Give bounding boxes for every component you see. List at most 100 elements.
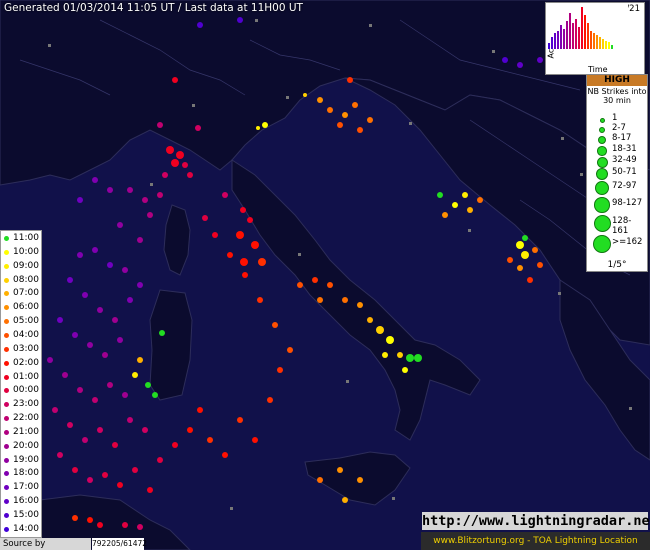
time-legend-item: 02:00: [1, 357, 41, 370]
time-label: 16:00: [13, 496, 39, 507]
circle-icon: [4, 374, 9, 380]
lightning-map: Generated 01/03/2014 11:05 UT / Last dat…: [0, 0, 650, 550]
time-legend-item: 19:00: [1, 454, 41, 467]
circle-icon: [4, 346, 9, 352]
time-legend-item: 09:00: [1, 260, 41, 273]
map-scale: 1/5°: [607, 260, 627, 270]
legend-row: 72-97: [587, 181, 647, 195]
time-legend-item: 05:00: [1, 315, 41, 328]
circle-icon: [4, 513, 9, 518]
time-label: 23:00: [13, 399, 39, 410]
legend-row: 32-49: [587, 155, 647, 168]
legend-range-label: 18-31: [612, 144, 637, 154]
time-label: 09:00: [13, 260, 39, 271]
time-legend-item: 17:00: [1, 481, 41, 494]
circle-icon: [594, 197, 610, 213]
time-legend-item: 07:00: [1, 287, 41, 300]
circle-icon: [4, 457, 9, 463]
time-label: 20:00: [13, 440, 39, 451]
time-legend-item: 22:00: [1, 412, 41, 425]
circle-icon: [599, 117, 605, 123]
credit-text: www.Blitzortung.org - TOA Lightning Loca…: [421, 532, 650, 550]
legend-row: 50-71: [587, 167, 647, 181]
circle-icon: [4, 499, 9, 505]
time-legend-item: 16:00: [1, 495, 41, 508]
circle-icon: [4, 429, 9, 435]
legend-subtitle: NB Strikes into 30 min: [587, 87, 647, 105]
time-legend-item: 10:00: [1, 246, 41, 259]
time-legend-item: 23:00: [1, 398, 41, 411]
activity-xlabel: Time: [588, 65, 608, 74]
data-id: 792205/61472: [92, 538, 148, 550]
time-label: 21:00: [13, 426, 39, 437]
strike-legend: HIGH NB Strikes into 30 min 1 2-7 8-17 18-3…: [586, 74, 648, 272]
legend-range-label: 50-71: [612, 167, 637, 177]
time-label: 15:00: [13, 510, 39, 520]
time-label: 04:00: [13, 329, 39, 340]
circle-icon: [4, 249, 9, 255]
time-legend-item: 03:00: [1, 343, 41, 356]
circle-icon: [4, 305, 9, 311]
legend-range-label: 1: [612, 113, 618, 123]
legend-range-label: 72-97: [612, 181, 637, 191]
circle-icon: [4, 443, 9, 449]
legend-range-label: 2-7: [612, 123, 626, 133]
time-label: 08:00: [13, 274, 39, 285]
circle-icon: [4, 319, 9, 325]
time-label: 03:00: [13, 343, 39, 354]
legend-range-label: 8-17: [612, 133, 632, 143]
circle-icon: [595, 181, 609, 195]
circle-icon: [592, 234, 612, 254]
legend-row: 98-127: [587, 197, 647, 213]
time-legend-item: 08:00: [1, 274, 41, 287]
circle-icon: [595, 167, 609, 181]
legend-range-label: 32-49: [612, 155, 637, 165]
map-geography: [0, 0, 650, 550]
circle-icon: [4, 402, 9, 408]
time-label: 05:00: [13, 316, 39, 327]
source-text: Source by Blitzortung: [0, 538, 91, 550]
time-legend-item: 06:00: [1, 301, 41, 314]
time-label: 10:00: [13, 246, 39, 257]
activity-chart: 2499/253/121/21 Activity: [545, 2, 645, 75]
circle-icon: [4, 471, 9, 477]
time-label: 01:00: [13, 371, 39, 382]
legend-range-label: >=162: [612, 237, 643, 247]
time-label: 07:00: [13, 288, 39, 299]
time-legend: 11:00 10:00 09:00 08:00 07:00 06:00 05:00 04:00…: [0, 230, 42, 538]
legend-range-label: 128-161: [612, 216, 632, 236]
time-label: 22:00: [13, 413, 39, 424]
source-footer: Source by Blitzortung 792205/61472: [0, 538, 190, 550]
time-legend-item: 21:00: [1, 426, 41, 439]
circle-icon: [4, 485, 9, 491]
time-label: 02:00: [13, 357, 39, 368]
time-legend-item: 18:00: [1, 467, 41, 480]
circle-icon: [598, 136, 606, 144]
circle-icon: [4, 332, 9, 338]
circle-icon: [4, 236, 9, 241]
time-label: 17:00: [13, 482, 39, 493]
circle-icon: [4, 263, 9, 269]
circle-icon: [593, 214, 611, 232]
time-label: 06:00: [13, 302, 39, 313]
site-url[interactable]: http://www.lightningradar.net: [422, 512, 650, 530]
circle-icon: [4, 360, 9, 366]
activity-histogram: [546, 3, 628, 49]
legend-row: 128-161: [587, 214, 647, 236]
time-legend-item: 04:00: [1, 329, 41, 342]
circle-icon: [596, 156, 608, 168]
time-label: 14:00: [13, 523, 39, 534]
time-legend-item: 14:00: [1, 523, 41, 536]
circle-icon: [4, 416, 9, 422]
time-legend-item: 01:00: [1, 371, 41, 384]
time-legend-item: 00:00: [1, 384, 41, 397]
legend-row: >=162: [587, 234, 647, 254]
time-label: 11:00: [13, 233, 39, 243]
circle-icon: [4, 526, 9, 532]
time-legend-item: 15:00: [1, 509, 41, 522]
time-label: 19:00: [13, 454, 39, 465]
time-label: 18:00: [13, 468, 39, 479]
time-label: 00:00: [13, 385, 39, 396]
activity-level: HIGH: [587, 75, 647, 86]
time-legend-item: 20:00: [1, 440, 41, 453]
